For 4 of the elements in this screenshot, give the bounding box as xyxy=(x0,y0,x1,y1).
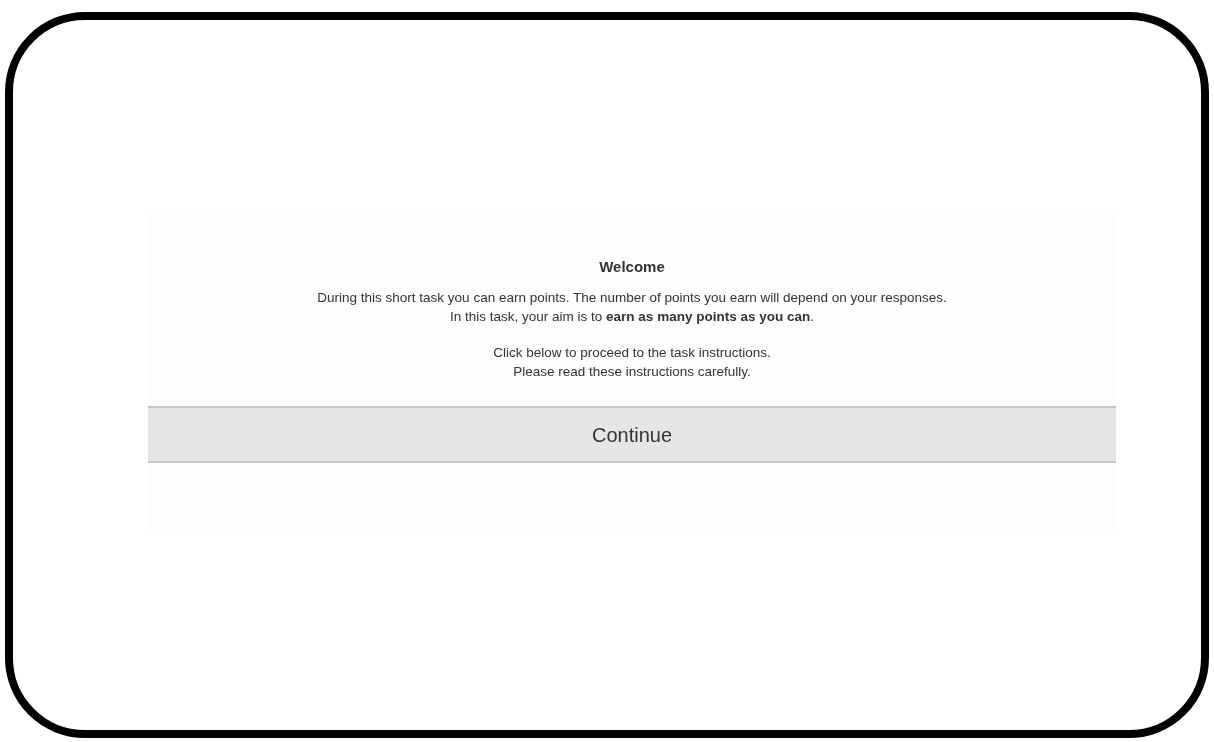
welcome-title: Welcome xyxy=(599,258,665,276)
instruction-paragraph: During this short task you can earn points. The number of points you earn will depend on your responses. In this task, your aim is to earn as many points as you can. xyxy=(317,289,947,326)
continue-button[interactable]: Continue xyxy=(148,406,1116,463)
instruction-paragraph: Click below to proceed to the task instructions. Please read these instructions carefully. xyxy=(493,344,771,381)
